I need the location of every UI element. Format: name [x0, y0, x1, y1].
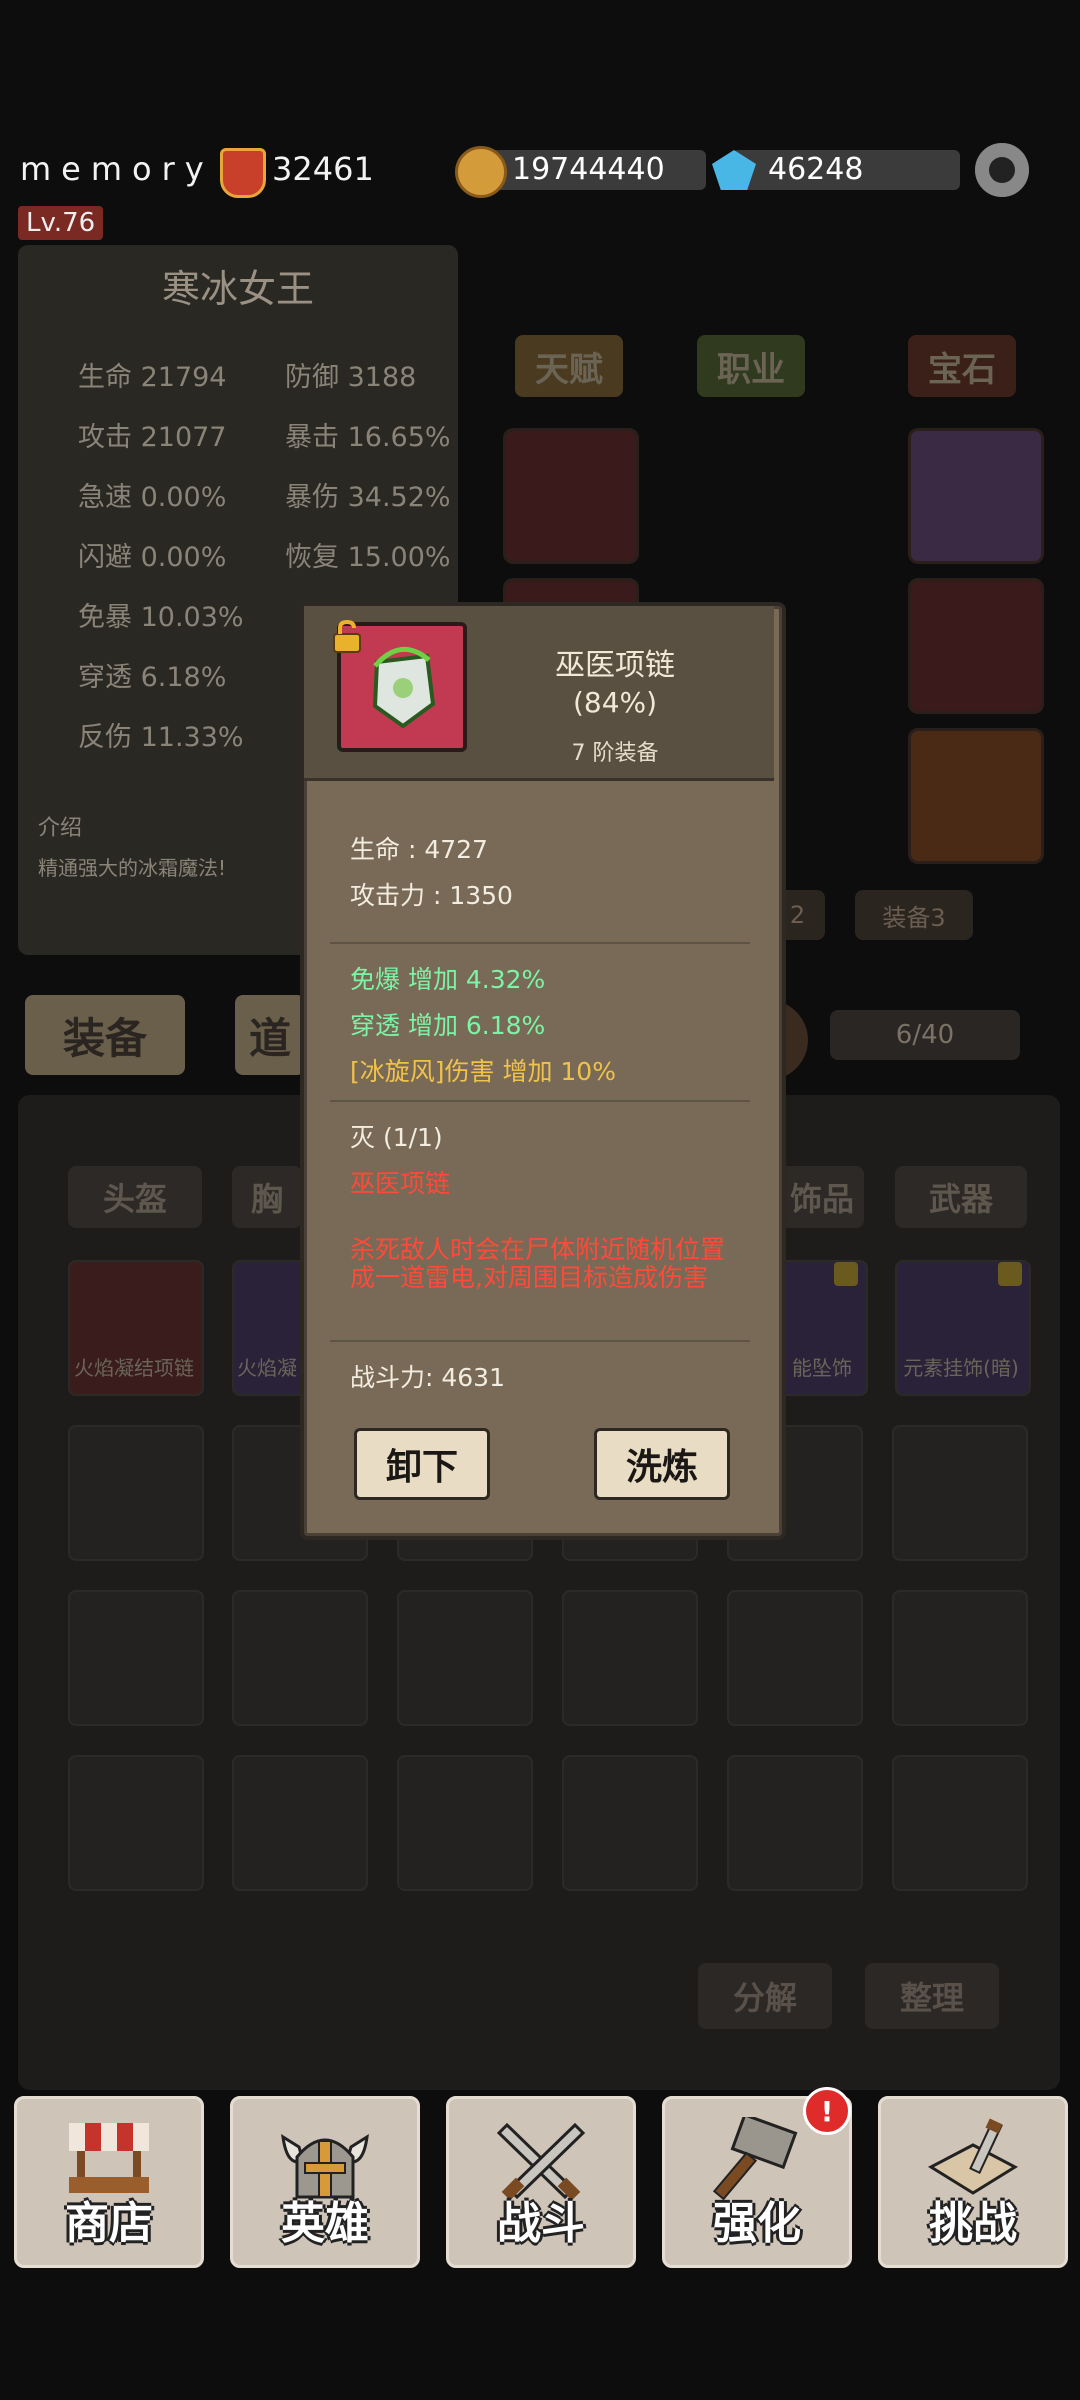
- gem-button[interactable]: 宝石: [908, 335, 1016, 397]
- skill-bonus: [冰旋风]伤害 增加 10%: [350, 1057, 616, 1086]
- bonus-stat-crit-resist: 免爆 增加 4.32%: [350, 965, 546, 994]
- lock-icon: [998, 1262, 1022, 1286]
- stat-hp: 生命 21794: [78, 362, 227, 393]
- tab-items[interactable]: 道: [235, 995, 305, 1075]
- inventory-slot[interactable]: [397, 1590, 533, 1726]
- talent-button[interactable]: 天赋: [515, 335, 623, 397]
- nav-enhance[interactable]: ! 强化: [662, 2087, 852, 2268]
- nav-label: 挑战: [929, 2198, 1017, 2249]
- inventory-slot[interactable]: [727, 1755, 863, 1891]
- level-badge: Lv.76: [18, 206, 104, 240]
- player-name: memory: [20, 150, 214, 188]
- sort-button[interactable]: 整理: [865, 1963, 999, 2029]
- inventory-slot[interactable]: [68, 1590, 204, 1726]
- inventory-slot[interactable]: [892, 1590, 1028, 1726]
- divider: [330, 942, 750, 944]
- gold-coin-icon: [455, 146, 507, 198]
- base-stat-attack: 攻击力 : 1350: [350, 881, 513, 910]
- tab-equipment[interactable]: 装备: [25, 995, 185, 1075]
- inventory-slot[interactable]: [727, 1590, 863, 1726]
- inventory-slot[interactable]: [892, 1755, 1028, 1891]
- equip-slot-helmet[interactable]: [503, 428, 639, 564]
- decompose-button[interactable]: 分解: [698, 1963, 832, 2029]
- intro-text: 精通强大的冰霜魔法!: [38, 856, 227, 880]
- stat-dodge: 闪避 0.00%: [78, 542, 227, 573]
- hero-name: 寒冰女王: [161, 267, 314, 311]
- nav-label: 商店: [65, 2198, 153, 2249]
- stat-crit: 暴击 16.65%: [285, 422, 451, 453]
- stat-crit-resist: 免暴 10.03%: [78, 602, 244, 633]
- item-label: 火焰凝: [237, 1356, 297, 1380]
- inventory-slot[interactable]: [562, 1755, 698, 1891]
- power-shield-icon: [220, 148, 266, 198]
- category-accessory[interactable]: 饰品: [780, 1166, 864, 1228]
- inventory-slot[interactable]: [68, 1755, 204, 1891]
- nav-battle[interactable]: 战斗: [446, 2096, 636, 2268]
- combat-power: 战斗力: 4631: [350, 1363, 505, 1392]
- nav-label: 英雄: [281, 2198, 369, 2249]
- unlock-icon[interactable]: [330, 620, 364, 654]
- player-power: 32461: [272, 150, 374, 188]
- equip-slot-ring[interactable]: [908, 428, 1044, 564]
- stat-penetration: 穿透 6.18%: [78, 662, 227, 693]
- refine-button[interactable]: 洗炼: [594, 1428, 730, 1500]
- set-piece: 巫医项链: [350, 1169, 451, 1198]
- notification-badge: !: [803, 2087, 851, 2135]
- stat-reflect: 反伤 11.33%: [78, 722, 244, 753]
- equip-slot-weapon[interactable]: [908, 728, 1044, 864]
- nav-challenge[interactable]: 挑战: [878, 2096, 1068, 2268]
- inventory-slot[interactable]: [68, 1425, 204, 1561]
- lock-icon: [834, 1262, 858, 1286]
- stat-haste: 急速 0.00%: [78, 482, 227, 513]
- stat-regen: 恢复 15.00%: [285, 542, 451, 573]
- category-helmet[interactable]: 头盔: [68, 1166, 202, 1228]
- item-label: 元素挂饰(暗): [903, 1356, 1019, 1380]
- inventory-slot[interactable]: [232, 1755, 368, 1891]
- category-weapon[interactable]: 武器: [895, 1166, 1027, 1228]
- nav-label: 强化: [713, 2198, 801, 2249]
- item-label: 火焰凝结项链: [74, 1356, 194, 1380]
- stat-attack: 攻击 21077: [78, 422, 227, 453]
- category-chest[interactable]: 胸: [232, 1166, 302, 1228]
- inventory-slot[interactable]: [562, 1590, 698, 1726]
- inventory-slot[interactable]: [892, 1425, 1028, 1561]
- divider: [330, 1340, 750, 1342]
- bonus-stat-penetration: 穿透 增加 6.18%: [350, 1011, 546, 1040]
- stat-crit-damage: 暴伤 34.52%: [285, 482, 451, 513]
- nav-shop[interactable]: 商店: [14, 2096, 204, 2268]
- gold-amount: 19744440: [512, 152, 665, 187]
- inventory-slot[interactable]: [232, 1590, 368, 1726]
- class-button[interactable]: 职业: [697, 335, 805, 397]
- unequip-button[interactable]: 卸下: [354, 1428, 490, 1500]
- bag-capacity: 6/40: [830, 1010, 1020, 1060]
- item-label: 能坠饰: [792, 1356, 852, 1380]
- nav-hero[interactable]: 英雄: [230, 2096, 420, 2268]
- intro-label: 介绍: [38, 816, 83, 841]
- equip-set-3-button[interactable]: 装备3: [855, 890, 973, 940]
- nav-label: 战斗: [497, 2198, 585, 2249]
- inventory-slot[interactable]: [397, 1755, 533, 1891]
- item-tier: 7 阶装备: [571, 741, 659, 766]
- set-effect: 杀死敌人时会在尸体附近随机位置成一道雷电,对周围目标造成伤害: [350, 1235, 726, 1292]
- gem-amount: 46248: [768, 152, 864, 187]
- item-quality: (84%): [572, 686, 658, 719]
- stat-defense: 防御 3188: [285, 362, 417, 393]
- base-stat-hp: 生命 : 4727: [350, 835, 488, 864]
- settings-gear-icon[interactable]: [975, 143, 1029, 197]
- set-name: 灭 (1/1): [350, 1123, 443, 1152]
- item-title: 巫医项链: [555, 648, 675, 683]
- divider: [330, 1100, 750, 1102]
- equip-slot-necklace[interactable]: [908, 578, 1044, 714]
